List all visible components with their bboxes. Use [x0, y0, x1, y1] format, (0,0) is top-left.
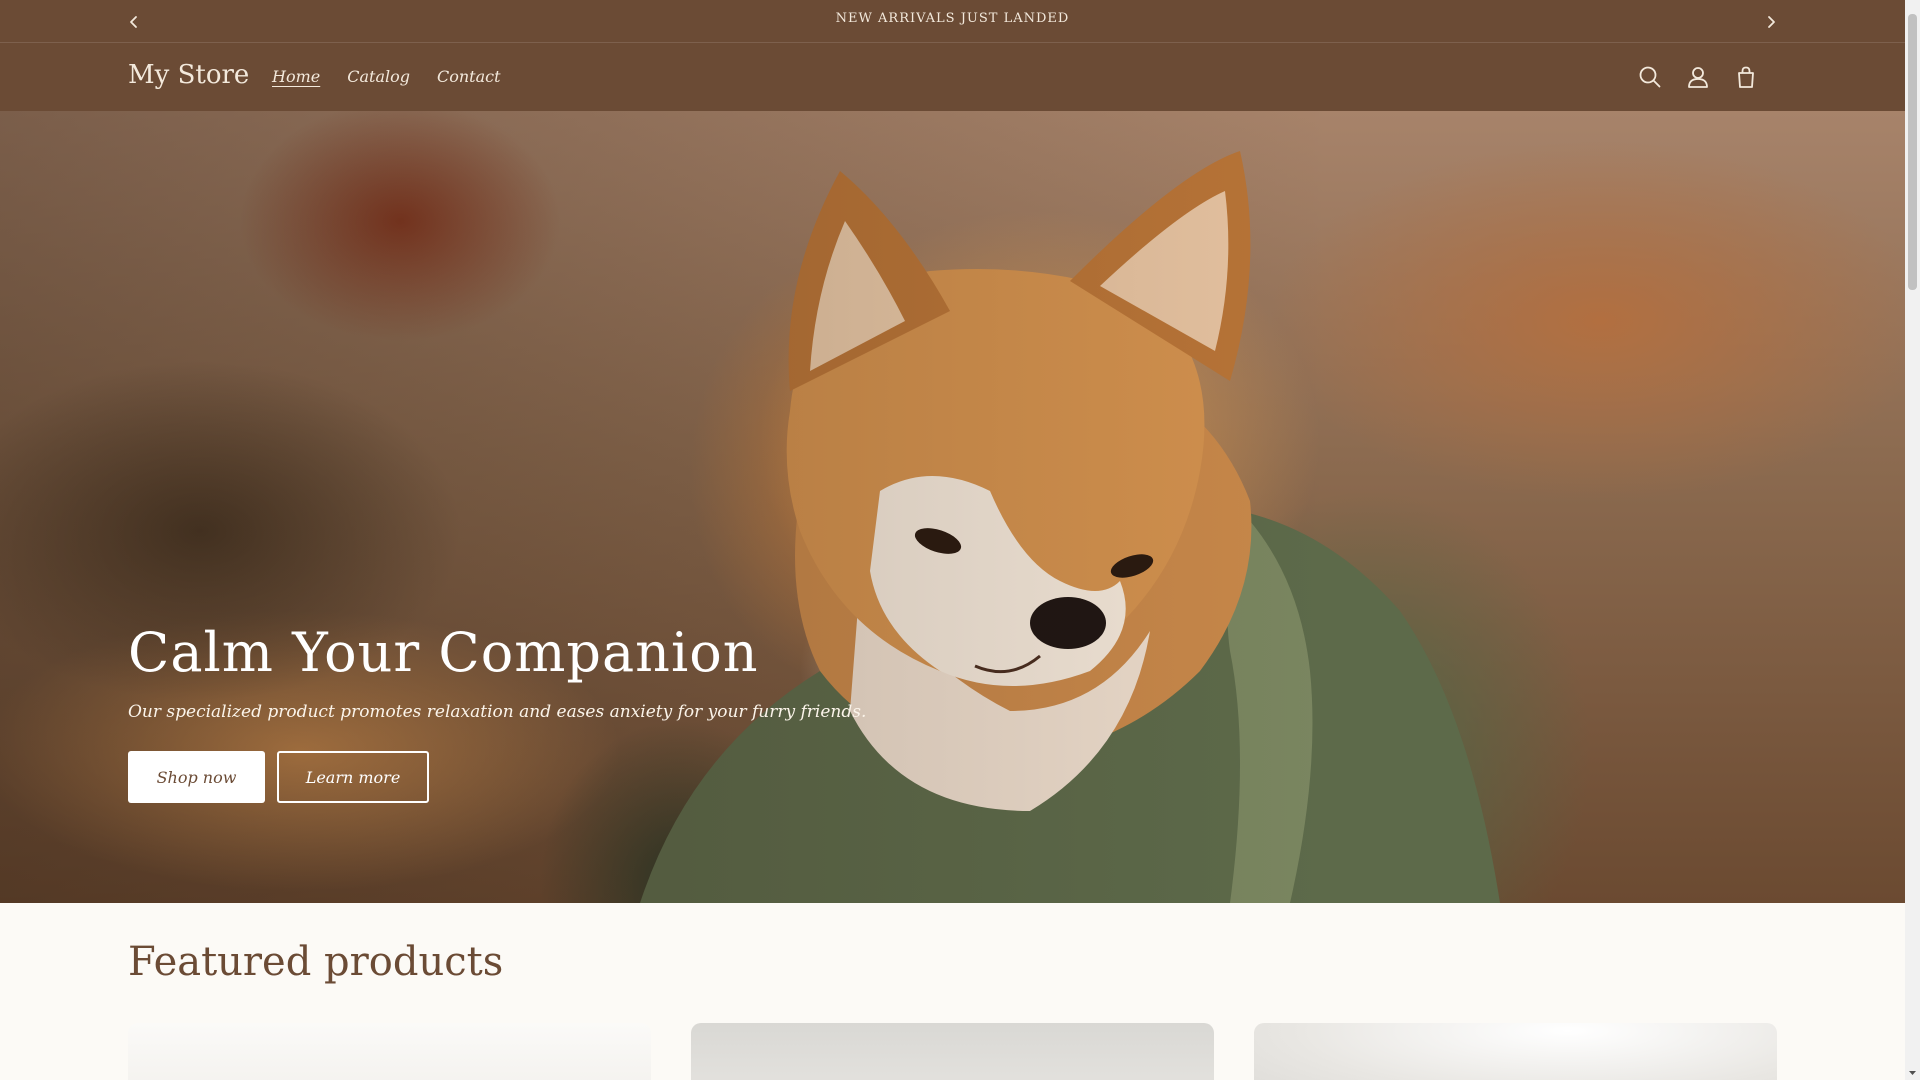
announcement-next-button[interactable] [1761, 12, 1781, 32]
chevron-right-icon [1768, 16, 1775, 28]
learn-more-button[interactable]: Learn more [277, 751, 429, 803]
search-icon [1639, 66, 1661, 88]
nav-item-catalog[interactable]: Catalog [347, 67, 410, 86]
product-card[interactable] [1254, 1023, 1777, 1080]
main-nav: Home Catalog Contact [272, 67, 501, 86]
page-scrollbar[interactable] [1905, 0, 1920, 1080]
product-card[interactable] [691, 1023, 1214, 1080]
nav-item-contact[interactable]: Contact [437, 67, 501, 86]
announcement-bar: NEW ARRIVALS JUST LANDED [0, 0, 1905, 43]
scrollbar-thumb[interactable] [1908, 14, 1917, 290]
account-icon [1688, 67, 1708, 88]
nav-item-home[interactable]: Home [272, 67, 320, 86]
storefront-page: NEW ARRIVALS JUST LANDED My Store Home C… [0, 0, 1905, 1080]
cart-icon [1738, 66, 1754, 88]
hero-subtitle: Our specialized product promotes relaxat… [128, 702, 867, 722]
hero-title: Calm Your Companion [128, 621, 759, 684]
cart-button[interactable] [1732, 63, 1760, 91]
featured-products-title: Featured products [128, 939, 504, 985]
scroll-down-arrow-icon[interactable] [1908, 1068, 1917, 1078]
header-actions [1636, 63, 1760, 91]
account-button[interactable] [1684, 63, 1712, 91]
featured-products-section: Featured products [0, 903, 1905, 1080]
hero-banner: Calm Your Companion Our specialized prod… [0, 111, 1905, 903]
announcement-text: NEW ARRIVALS JUST LANDED [835, 11, 1070, 26]
site-header: My Store Home Catalog Contact [0, 43, 1905, 111]
shop-now-button[interactable]: Shop now [128, 751, 265, 803]
search-button[interactable] [1636, 63, 1664, 91]
product-card[interactable] [128, 1023, 651, 1080]
store-logo[interactable]: My Store [128, 60, 249, 90]
